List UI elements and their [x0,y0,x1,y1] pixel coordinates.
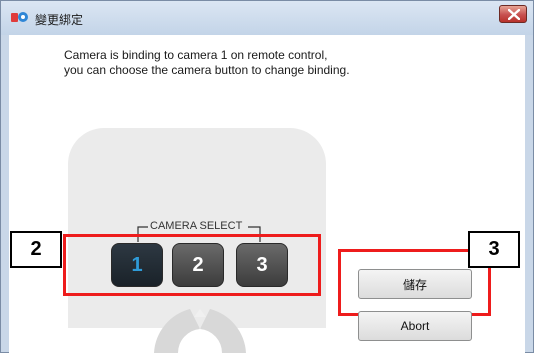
abort-button-label: Abort [400,319,430,333]
app-logo-icon [11,10,29,24]
camera-select-label: CAMERA SELECT [148,220,245,232]
annotation-marker-2: 2 [10,231,62,268]
message-line-2: you can choose the camera button to chan… [64,63,350,77]
binding-message: Camera is binding to camera 1 on remote … [64,48,464,78]
highlight-box-camera-buttons [63,234,321,296]
camera-select-bracket: CAMERA SELECT [132,220,266,242]
save-button[interactable]: 儲存 [358,269,472,299]
message-line-1: Camera is binding to camera 1 on remote … [64,48,328,62]
save-button-label: 儲存 [402,277,427,292]
close-icon [508,9,520,20]
abort-button[interactable]: Abort [358,311,472,341]
dpad-graphic [140,295,260,353]
title-bar: 變更綁定 [1,1,533,35]
annotation-marker-3: 3 [468,231,520,268]
window-title: 變更綁定 [35,13,84,27]
close-button[interactable] [499,5,527,23]
